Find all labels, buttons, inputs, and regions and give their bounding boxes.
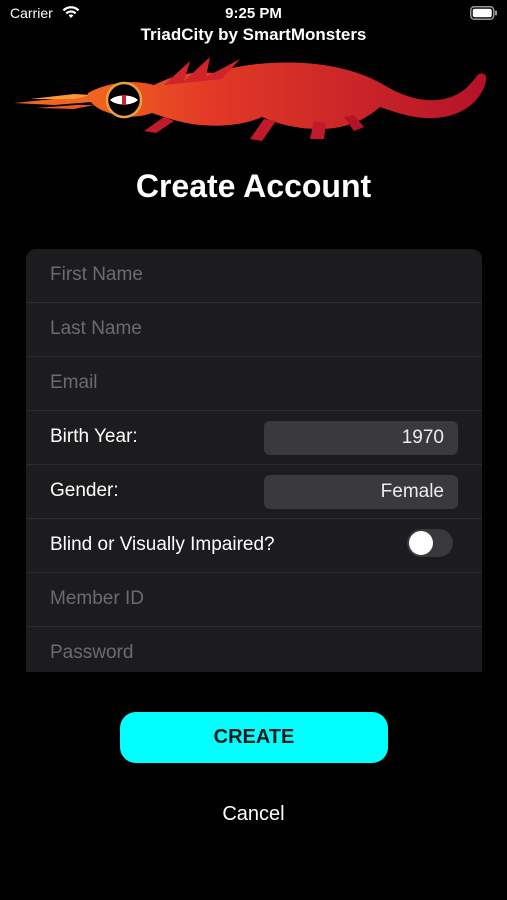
email-field[interactable]: Email xyxy=(26,357,482,411)
birth-year-row: Birth Year: 1970 xyxy=(26,411,482,465)
create-button[interactable]: CREATE xyxy=(120,712,388,763)
toggle-knob xyxy=(409,531,433,555)
gender-row: Gender: Female xyxy=(26,465,482,519)
status-time: 9:25 PM xyxy=(225,5,282,22)
last-name-placeholder: Last Name xyxy=(50,318,142,339)
password-placeholder: Password xyxy=(50,642,134,663)
dragon-logo xyxy=(14,55,496,145)
member-id-placeholder: Member ID xyxy=(50,588,144,609)
battery-full-icon xyxy=(470,6,498,20)
birth-year-picker[interactable]: 1970 xyxy=(264,421,458,455)
first-name-placeholder: First Name xyxy=(50,264,143,285)
password-field[interactable]: Password xyxy=(26,627,482,672)
last-name-field[interactable]: Last Name xyxy=(26,303,482,357)
blind-row: Blind or Visually Impaired? xyxy=(26,519,482,573)
gender-label: Gender: xyxy=(50,480,119,501)
blind-toggle[interactable] xyxy=(407,529,453,557)
app-title: TriadCity by SmartMonsters xyxy=(140,25,367,44)
blind-label: Blind or Visually Impaired? xyxy=(50,534,275,555)
birth-year-label: Birth Year: xyxy=(50,426,138,447)
email-placeholder: Email xyxy=(50,372,98,393)
status-bar: Carrier 9:25 PM xyxy=(0,0,507,26)
page-title: Create Account xyxy=(135,168,372,204)
member-id-field[interactable]: Member ID xyxy=(26,573,482,627)
account-form: First Name Last Name Email Birth Year: 1… xyxy=(26,249,482,672)
first-name-field[interactable]: First Name xyxy=(26,249,482,303)
gender-picker[interactable]: Female xyxy=(264,475,458,509)
cancel-button[interactable]: Cancel xyxy=(0,803,507,826)
